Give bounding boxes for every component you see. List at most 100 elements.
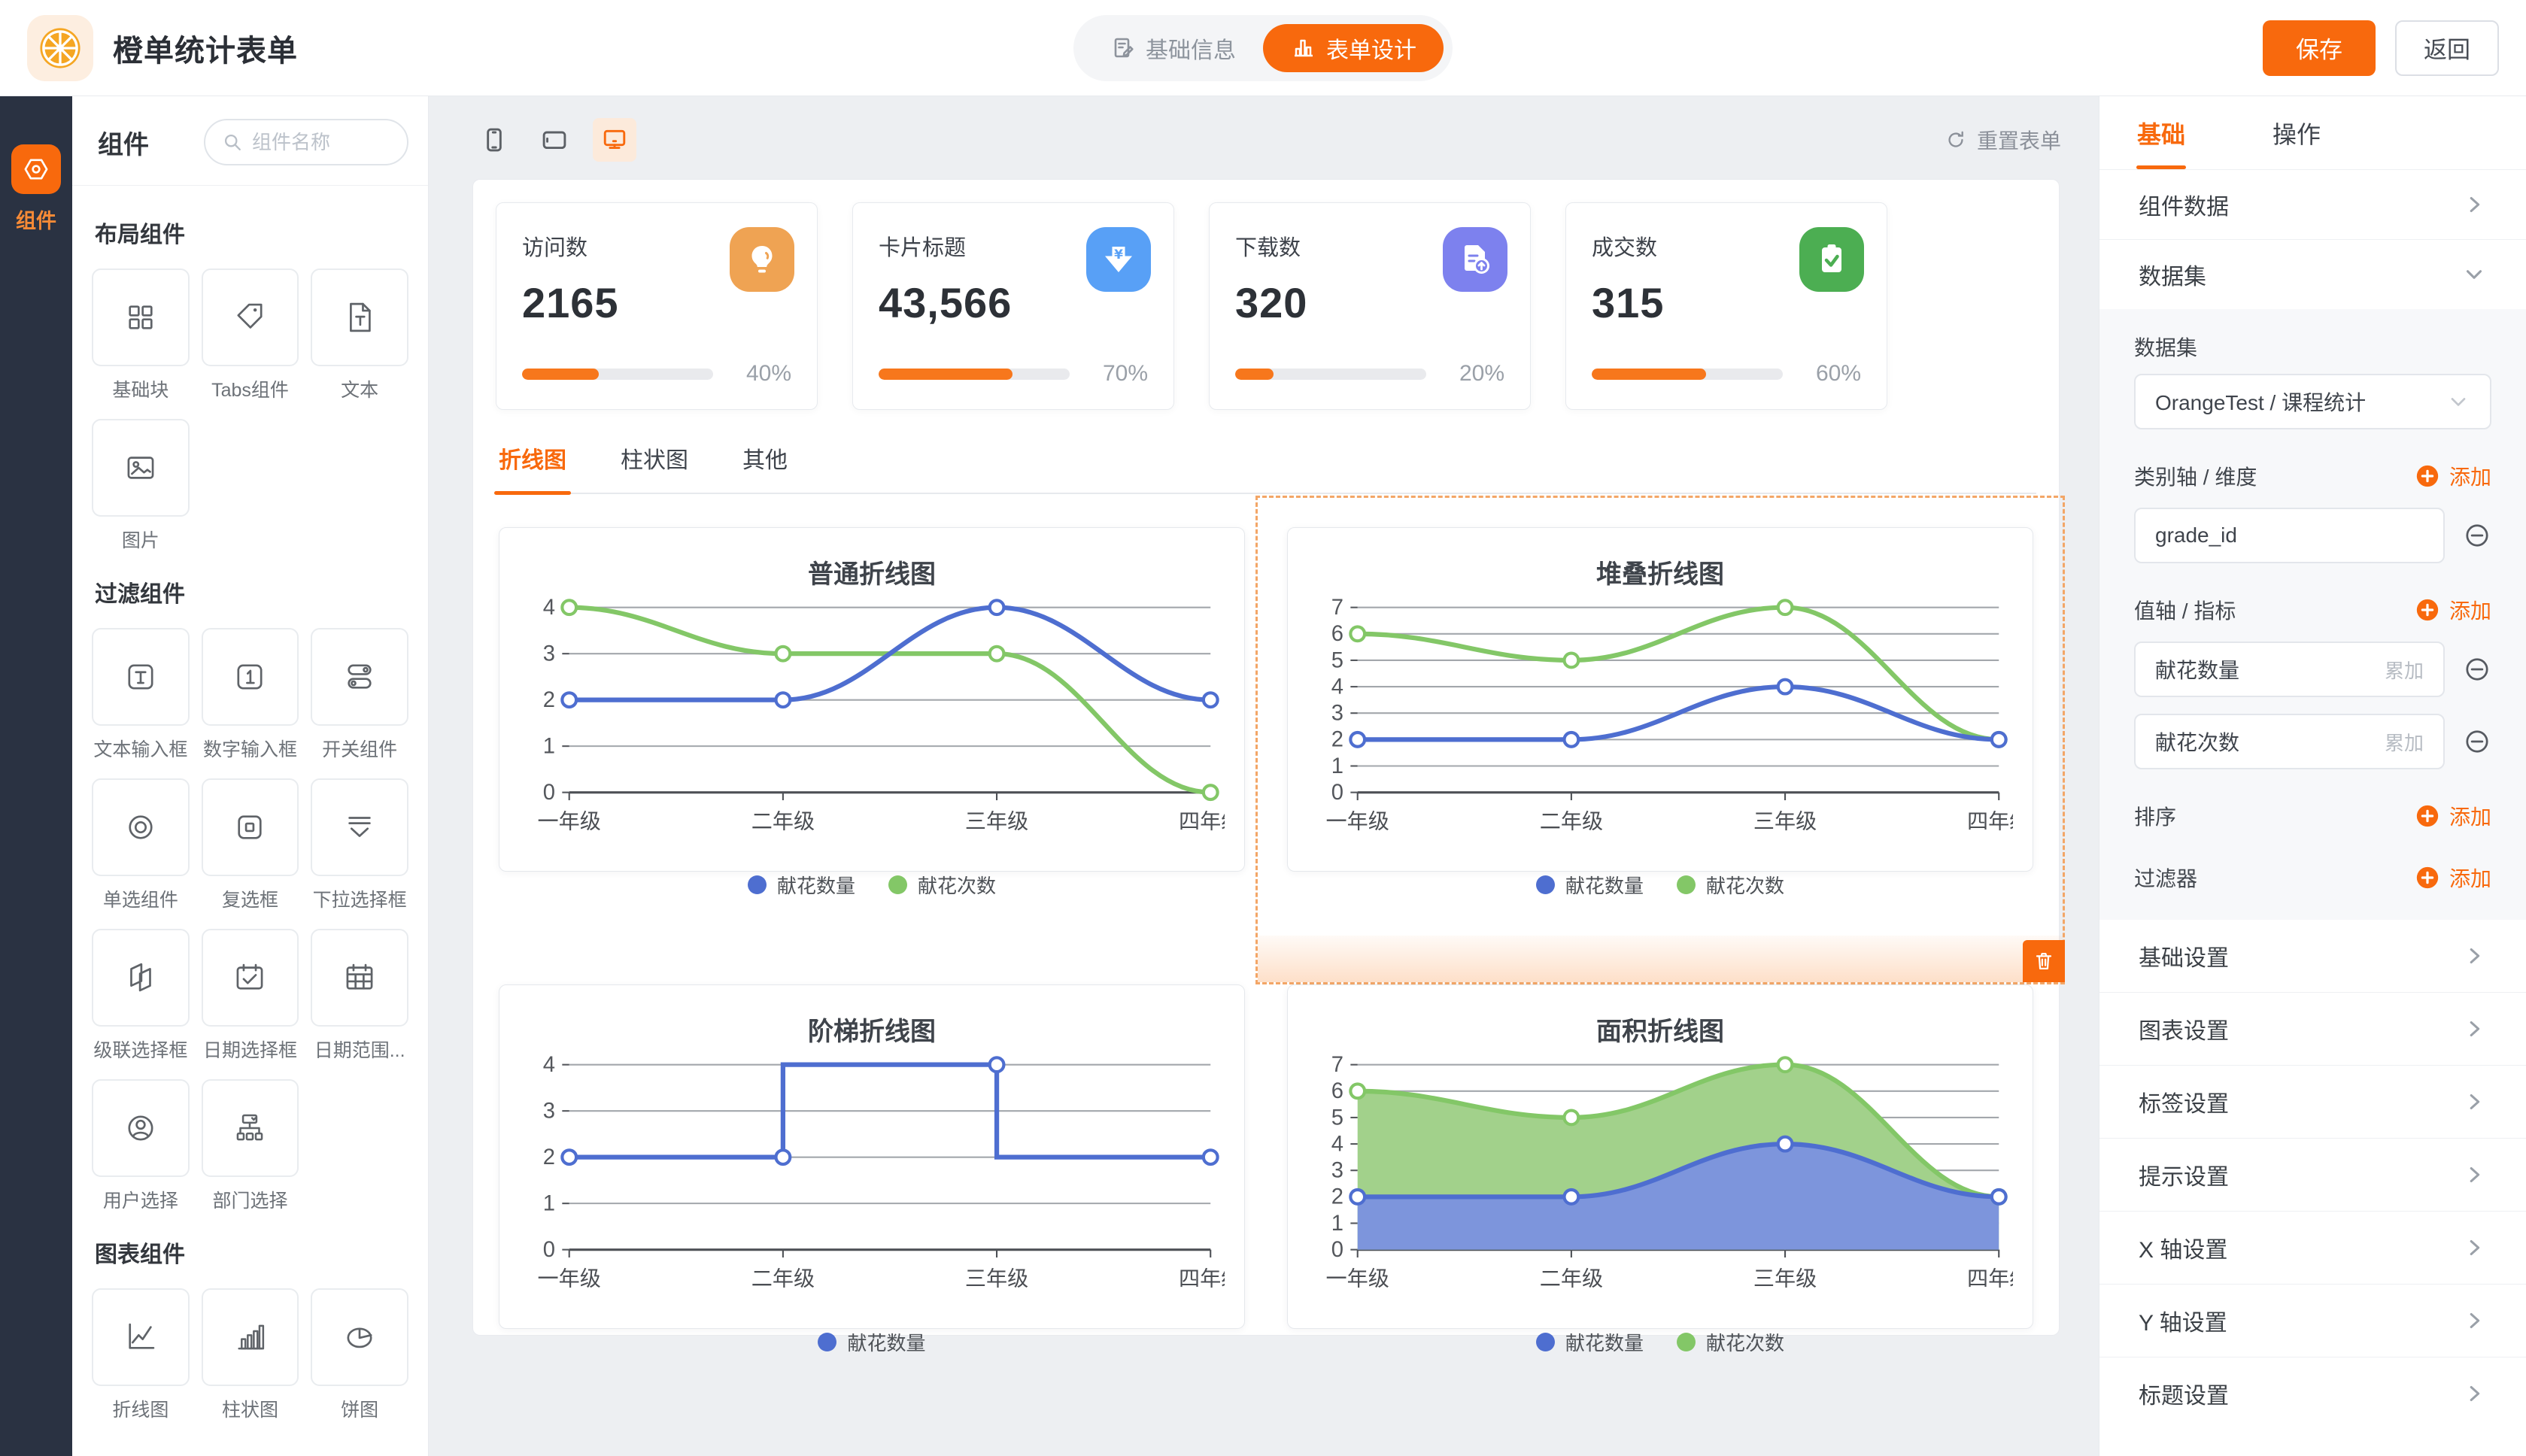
component-item[interactable]: 复选框 xyxy=(202,778,299,912)
legend-item[interactable]: 献花数量 xyxy=(748,871,855,899)
stat-card[interactable]: 成交数 315 60% xyxy=(1565,202,1887,410)
settings-row[interactable]: 提示设置 xyxy=(2099,1139,2526,1211)
component-item[interactable]: 基础块 xyxy=(92,268,190,402)
component-item[interactable]: 柱状图 xyxy=(202,1288,299,1422)
svg-text:3: 3 xyxy=(1331,702,1343,726)
chart-cell: 堆叠折线图 01234567一年级二年级三年级四年级 献花数量 献花次数 xyxy=(1287,527,2033,872)
stat-percent: 70% xyxy=(1086,361,1148,387)
component-item[interactable]: 单选组件 xyxy=(92,778,190,912)
settings-row[interactable]: 标题设置 xyxy=(2099,1357,2526,1430)
image-icon xyxy=(122,449,159,487)
component-item[interactable]: 文本 xyxy=(311,268,408,402)
component-item[interactable]: 日期范围... xyxy=(311,929,408,1063)
component-item[interactable]: 文本输入框 xyxy=(92,628,190,762)
component-item[interactable]: 级联选择框 xyxy=(92,929,190,1063)
add-sort-button[interactable]: 添加 xyxy=(2415,801,2491,831)
component-item[interactable]: Tabs组件 xyxy=(202,268,299,402)
value-field[interactable]: 献花次数 累加 xyxy=(2134,714,2445,769)
legend-item[interactable]: 献花数量 xyxy=(818,1328,925,1356)
value-field[interactable]: 献花数量 累加 xyxy=(2134,642,2445,697)
line-chart-icon xyxy=(122,1318,159,1356)
tab-basic[interactable]: 基础 xyxy=(2137,96,2185,169)
tablet-icon xyxy=(539,125,569,155)
legend-item[interactable]: 献花次数 xyxy=(1677,1328,1784,1356)
settings-row[interactable]: 图表设置 xyxy=(2099,993,2526,1065)
chart-legend: 献花数量 献花次数 xyxy=(1307,1328,2013,1356)
component-item[interactable]: 部门选择 xyxy=(202,1079,299,1213)
user-icon xyxy=(122,1109,159,1147)
svg-text:7: 7 xyxy=(1331,1053,1343,1077)
chart-tab-0[interactable]: 折线图 xyxy=(499,441,566,493)
stat-card[interactable]: 访问数 2165 40% xyxy=(496,202,818,410)
component-item-label: 饼图 xyxy=(311,1395,408,1422)
stat-card[interactable]: 卡片标题 43,566 ¥ 70% xyxy=(852,202,1174,410)
back-button[interactable]: 返回 xyxy=(2395,20,2499,76)
settings-row[interactable]: 标签设置 xyxy=(2099,1066,2526,1138)
rail-components-button[interactable] xyxy=(11,144,61,194)
component-item-label: 日期范围... xyxy=(311,1036,408,1063)
tab-basic-info[interactable]: 基础信息 xyxy=(1082,24,1263,72)
remove-value-button[interactable] xyxy=(2463,727,2491,756)
dataset-collapse-row[interactable]: 数据集 xyxy=(2099,240,2526,309)
form-sheet[interactable]: 访问数 2165 40% 卡片标题 43,566 ¥ 70% 下载数 320 2… xyxy=(472,179,2060,1336)
stat-card[interactable]: 下载数 320 20% xyxy=(1209,202,1531,410)
plus-icon xyxy=(2415,463,2440,489)
device-toggle-phone[interactable] xyxy=(472,118,516,162)
chart-card-3[interactable]: 面积折线图 01234567一年级二年级三年级四年级 献花数量 献花次数 xyxy=(1287,984,2033,1329)
settings-row[interactable]: 基础设置 xyxy=(2099,920,2526,992)
device-toggle-tablet[interactable] xyxy=(533,118,576,162)
device-toggle-desktop[interactable] xyxy=(593,118,636,162)
dataset-select[interactable]: OrangeTest / 课程统计 xyxy=(2134,374,2491,429)
component-item[interactable]: 数字输入框 xyxy=(202,628,299,762)
chart-title: 阶梯折线图 xyxy=(519,1011,1225,1048)
date-icon xyxy=(231,959,269,996)
svg-text:四年级: 四年级 xyxy=(1179,1267,1225,1291)
chart-tab-1[interactable]: 柱状图 xyxy=(621,441,688,493)
component-panel: 组件 布局组件 基础块 Tabs组件 文本 图片过滤组件 文本输入框 数字输入框… xyxy=(72,96,429,1456)
chevron-right-icon xyxy=(2461,192,2487,217)
stat-card-row: 访问数 2165 40% 卡片标题 43,566 ¥ 70% 下载数 320 2… xyxy=(496,202,2036,410)
dataset-label: 数据集 xyxy=(2134,332,2491,362)
component-search-input[interactable] xyxy=(252,131,387,154)
component-item[interactable]: 图片 xyxy=(92,419,190,553)
component-item[interactable]: 折线图 xyxy=(92,1288,190,1422)
component-item[interactable]: 用户选择 xyxy=(92,1079,190,1213)
add-filter-button[interactable]: 添加 xyxy=(2415,863,2491,893)
component-item-label: Tabs组件 xyxy=(202,375,299,402)
settings-row[interactable]: Y 轴设置 xyxy=(2099,1285,2526,1357)
component-data-row[interactable]: 组件数据 xyxy=(2099,170,2526,239)
add-dimension-button[interactable]: 添加 xyxy=(2415,461,2491,491)
svg-text:4: 4 xyxy=(1331,675,1343,699)
component-item[interactable]: 饼图 xyxy=(311,1288,408,1422)
remove-value-button[interactable] xyxy=(2463,655,2491,684)
dimension-field[interactable]: grade_id xyxy=(2134,508,2445,563)
chart-legend: 献花数量 献花次数 xyxy=(1307,871,2013,899)
radio-icon xyxy=(122,808,159,846)
chart-card-2[interactable]: 阶梯折线图 01234一年级二年级三年级四年级 献花数量 xyxy=(499,984,1245,1329)
chart-card-1[interactable]: 堆叠折线图 01234567一年级二年级三年级四年级 献花数量 献花次数 xyxy=(1287,527,2033,872)
component-search[interactable] xyxy=(204,119,408,165)
tab-actions[interactable]: 操作 xyxy=(2272,96,2321,169)
legend-item[interactable]: 献花数量 xyxy=(1536,1328,1644,1356)
component-item[interactable]: 日期选择框 xyxy=(202,929,299,1063)
legend-item[interactable]: 献花次数 xyxy=(888,871,996,899)
legend-item[interactable]: 献花次数 xyxy=(1677,871,1784,899)
component-item-label: 数字输入框 xyxy=(202,735,299,762)
tab-form-design[interactable]: 表单设计 xyxy=(1263,24,1444,72)
component-item[interactable]: 开关组件 xyxy=(311,628,408,762)
add-value-button[interactable]: 添加 xyxy=(2415,595,2491,625)
save-button[interactable]: 保存 xyxy=(2263,20,2376,76)
chart-tab-2[interactable]: 其他 xyxy=(742,441,788,493)
settings-row[interactable]: X 轴设置 xyxy=(2099,1212,2526,1284)
dimension-fields: grade_id xyxy=(2134,508,2491,563)
delete-selected-button[interactable] xyxy=(2023,940,2065,982)
reset-form-button[interactable]: 重置表单 xyxy=(1944,125,2061,155)
page-title: 橙单统计表单 xyxy=(113,26,298,70)
chevron-down-icon xyxy=(2461,262,2487,287)
stat-percent: 40% xyxy=(730,361,791,387)
svg-text:1: 1 xyxy=(543,735,555,759)
component-item[interactable]: 下拉选择框 xyxy=(311,778,408,912)
chart-card-0[interactable]: 普通折线图 01234一年级二年级三年级四年级 献花数量 献花次数 xyxy=(499,527,1245,872)
remove-dimension-button[interactable] xyxy=(2463,521,2491,550)
legend-item[interactable]: 献花数量 xyxy=(1536,871,1644,899)
